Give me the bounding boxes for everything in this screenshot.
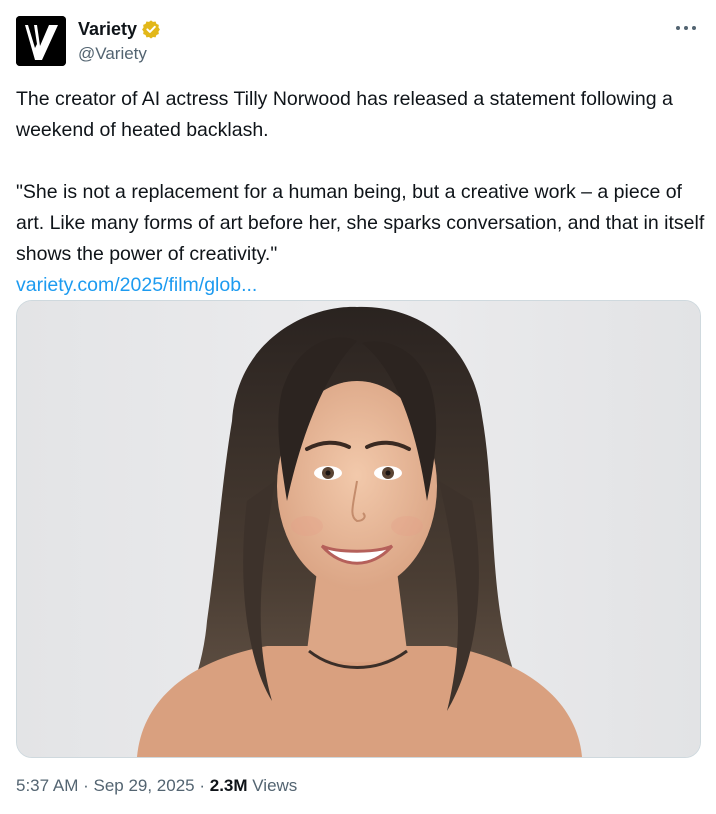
meta-separator: · [78, 776, 94, 795]
tweet-date[interactable]: Sep 29, 2025 [93, 776, 194, 795]
display-name[interactable]: Variety [78, 19, 137, 40]
verified-badge-icon [141, 19, 161, 39]
tweet-header: Variety @Variety [16, 14, 161, 68]
more-options-icon [676, 26, 696, 30]
article-link[interactable]: variety.com/2025/film/glob... [16, 274, 257, 296]
tweet-card: Variety @Variety The creator of AI actre… [0, 0, 716, 814]
handle[interactable]: @Variety [78, 44, 161, 64]
avatar[interactable] [16, 16, 66, 66]
portrait-photo-icon [17, 301, 700, 757]
variety-logo-icon [16, 16, 66, 66]
views-count: 2.3M [209, 776, 248, 795]
tweet-paragraph-2: "She is not a replacement for a human be… [16, 181, 705, 265]
meta-separator: · [194, 776, 210, 795]
user-info: Variety @Variety [78, 18, 161, 64]
tweet-paragraph-1: The creator of AI actress Tilly Norwood … [16, 88, 673, 141]
name-row: Variety [78, 18, 161, 40]
tweet-meta: 5:37 AM · Sep 29, 2025 · 2.3M Views [16, 776, 297, 796]
tweet-media-image[interactable] [16, 300, 701, 758]
tweet-text: The creator of AI actress Tilly Norwood … [16, 84, 706, 301]
more-options-button[interactable] [674, 18, 698, 38]
views-label: Views [247, 776, 298, 795]
tweet-time[interactable]: 5:37 AM [16, 776, 78, 795]
